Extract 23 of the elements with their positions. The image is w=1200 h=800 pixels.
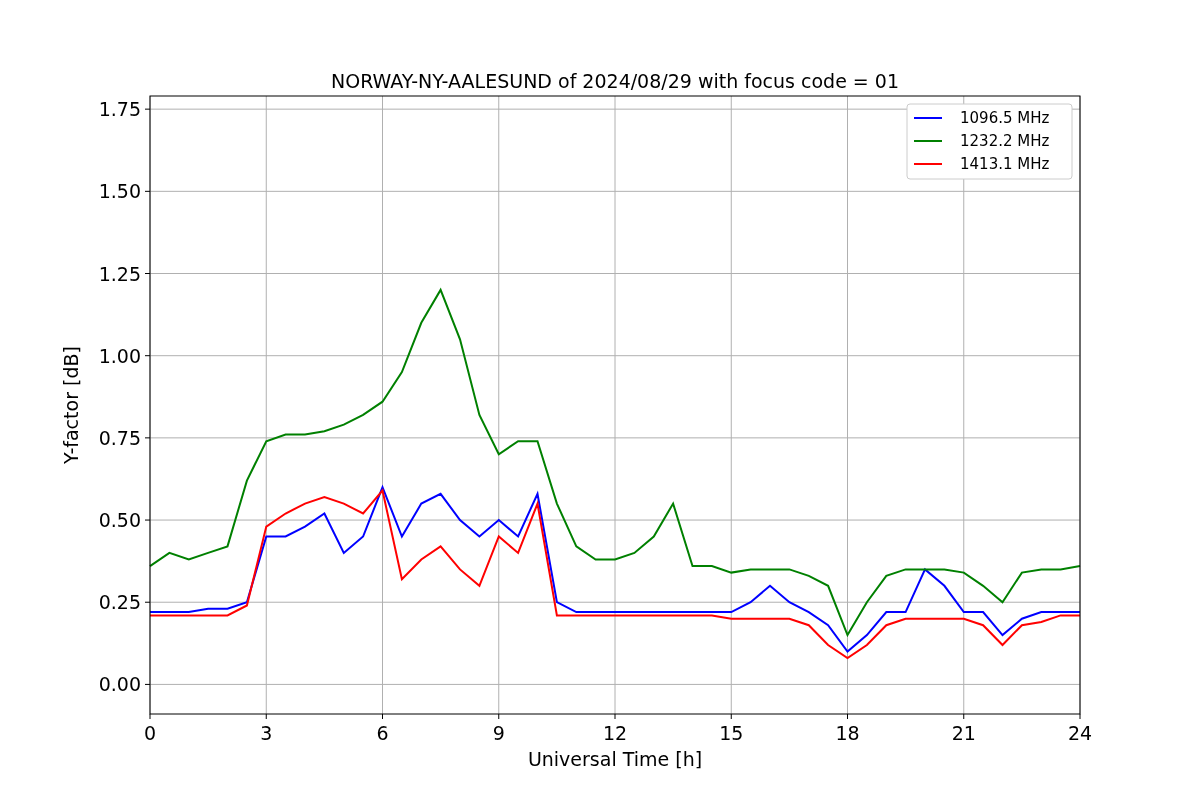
x-tick-label: 15 [719,722,744,744]
y-tick-label: 0.00 [98,673,141,696]
x-axis-label: Universal Time [h] [527,748,703,770]
x-tick-label: 24 [1067,722,1093,744]
y-axis-label: Y-factor [dB] [60,346,82,464]
x-tick-label: 12 [602,722,628,744]
legend-label: 1413.1 MHz [960,155,1050,173]
legend-label: 1232.2 MHz [960,132,1050,150]
y-tick-label: 0.75 [98,426,141,449]
y-tick-label: 1.50 [98,180,141,203]
y-tick-label: 1.00 [98,344,141,367]
x-tick-label: 6 [376,722,389,744]
y-tick-label: 1.75 [98,98,141,121]
chart-title: NORWAY-NY-AALESUND of 2024/08/29 with focus code = 01 [331,70,899,92]
y-tick-label: 0.50 [98,509,141,532]
y-tick-label: 0.25 [98,591,141,614]
x-tick-label: 0 [143,722,157,744]
legend-label: 1096.5 MHz [960,109,1050,127]
x-tick-label: 9 [492,722,505,744]
x-tick-label: 18 [835,722,860,744]
y-tick-label: 1.25 [98,262,141,285]
x-tick-label: 21 [951,722,976,744]
x-tick-label: 3 [260,722,273,744]
